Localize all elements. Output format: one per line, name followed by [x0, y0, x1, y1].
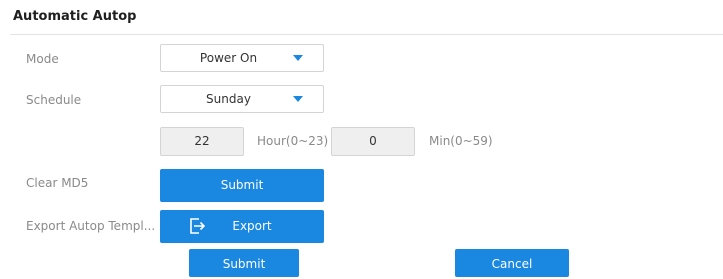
chevron-down-icon — [293, 55, 303, 61]
submit-button[interactable]: Submit — [189, 249, 299, 277]
mode-label: Mode — [26, 52, 59, 66]
cancel-button[interactable]: Cancel — [455, 249, 569, 277]
clear-md5-label: Clear MD5 — [26, 176, 89, 190]
chevron-down-icon — [293, 96, 303, 102]
section-title: Automatic Autop — [13, 9, 137, 24]
minute-input[interactable]: 0 — [331, 127, 415, 156]
submit-button-label: Submit — [222, 257, 266, 271]
mode-select[interactable]: Power On — [160, 44, 324, 72]
export-button-label: Export — [232, 219, 272, 233]
hour-unit-label: Hour(0~23) — [257, 134, 329, 148]
hour-input[interactable]: 22 — [160, 127, 244, 156]
export-template-label: Export Autop Templ... — [26, 219, 156, 233]
schedule-label: Schedule — [26, 93, 82, 107]
clear-md5-submit-label: Submit — [220, 178, 264, 192]
schedule-select-value: Sunday — [206, 92, 251, 106]
section-divider — [10, 34, 723, 35]
mode-select-value: Power On — [199, 51, 258, 65]
cancel-button-label: Cancel — [491, 257, 533, 271]
minute-unit-label: Min(0~59) — [429, 134, 493, 148]
schedule-select[interactable]: Sunday — [160, 85, 324, 113]
clear-md5-submit-button[interactable]: Submit — [160, 169, 324, 202]
export-icon — [190, 218, 206, 234]
export-button[interactable]: Export — [160, 210, 324, 243]
